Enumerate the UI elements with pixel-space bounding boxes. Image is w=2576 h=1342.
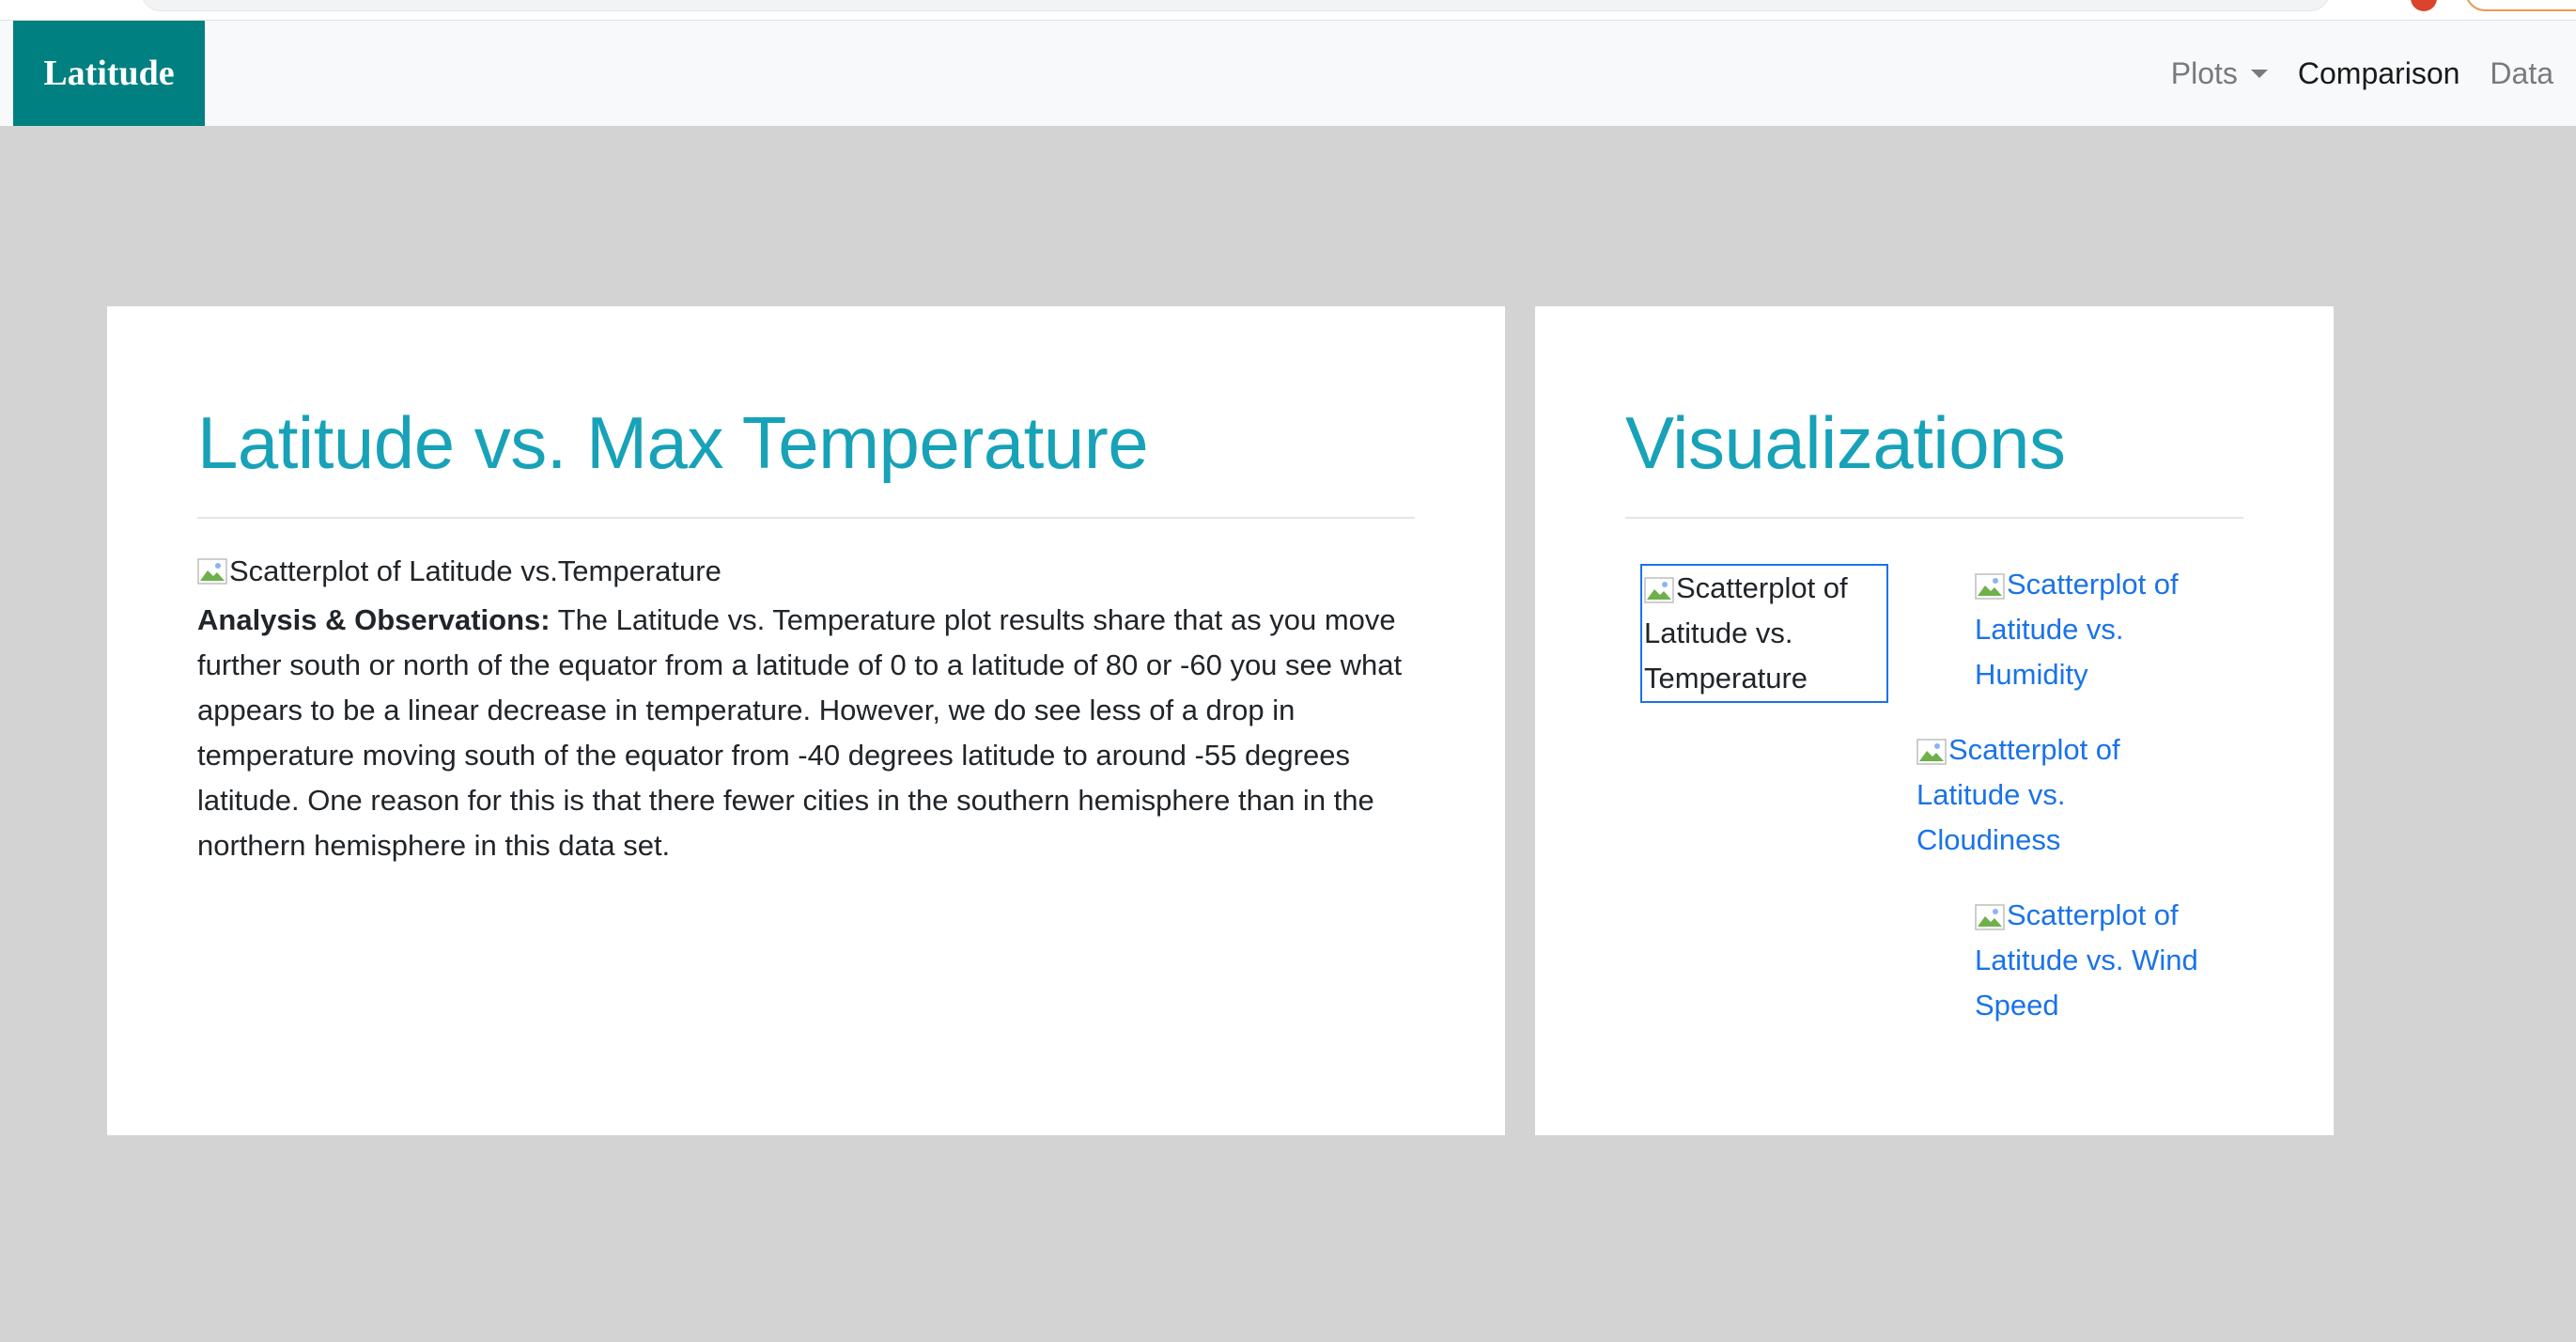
- thumbnail-alt: Scatterplot of Latitude vs. Cloudiness: [1916, 733, 2120, 856]
- broken-image-icon: [197, 558, 227, 585]
- thumbnail-alt: Scatterplot of Latitude vs. Temperature: [1644, 571, 1848, 694]
- broken-image-icon: [1975, 573, 2005, 600]
- thumbnail-alt: Scatterplot of Latitude vs. Wind Speed: [1975, 898, 2198, 1022]
- page-title: Latitude vs. Max Temperature: [197, 401, 1149, 484]
- analysis-block: Scatterplot of Latitude vs.Temperature A…: [197, 549, 1419, 868]
- visualizations-divider: [1625, 517, 2243, 519]
- thumbnail-temperature[interactable]: Scatterplot of Latitude vs. Temperature: [1640, 564, 1888, 703]
- thumbnail-cloudiness[interactable]: Scatterplot of Latitude vs. Cloudiness: [1916, 727, 2170, 863]
- profile-button[interactable]: [2465, 0, 2576, 11]
- visualizations-card: Visualizations Scatterplot of Latitude v…: [1535, 306, 2334, 1135]
- thumbnail-humidity[interactable]: Scatterplot of Latitude vs. Humidity: [1975, 562, 2228, 697]
- nav-plots-dropdown[interactable]: Plots: [2171, 56, 2268, 91]
- nav-links: Plots Comparison Data: [2171, 21, 2553, 126]
- visualizations-title: Visualizations: [1625, 401, 2066, 484]
- broken-image-icon: [1644, 577, 1674, 603]
- main-card: Latitude vs. Max Temperature Scatterplot…: [107, 306, 1505, 1135]
- extension-icon[interactable]: [2411, 0, 2437, 11]
- title-divider: [197, 517, 1415, 519]
- thumbnail-alt: Scatterplot of Latitude vs. Humidity: [1975, 568, 2179, 691]
- broken-image-icon: [1916, 739, 1947, 765]
- scatterplot-image-alt: Scatterplot of Latitude vs.Temperature: [229, 554, 722, 587]
- thumbnail-wind-speed[interactable]: Scatterplot of Latitude vs. Wind Speed: [1975, 893, 2247, 1028]
- broken-image-icon: [1975, 904, 2005, 930]
- nav-plots-label: Plots: [2170, 55, 2238, 90]
- address-bar[interactable]: [141, 0, 2330, 11]
- brand-link[interactable]: Latitude: [13, 21, 205, 126]
- nav-comparison-link[interactable]: Comparison: [2298, 56, 2460, 91]
- analysis-label: Analysis & Observations:: [197, 603, 551, 636]
- caret-down-icon: [2250, 69, 2268, 78]
- browser-toolbar-strip: [0, 0, 2576, 21]
- nav-data-link[interactable]: Data: [2490, 56, 2553, 91]
- analysis-text: The Latitude vs. Temperature plot result…: [197, 603, 1403, 862]
- navbar: Latitude Plots Comparison Data: [0, 21, 2576, 126]
- scatterplot-image: Scatterplot of Latitude vs.Temperature: [197, 549, 722, 594]
